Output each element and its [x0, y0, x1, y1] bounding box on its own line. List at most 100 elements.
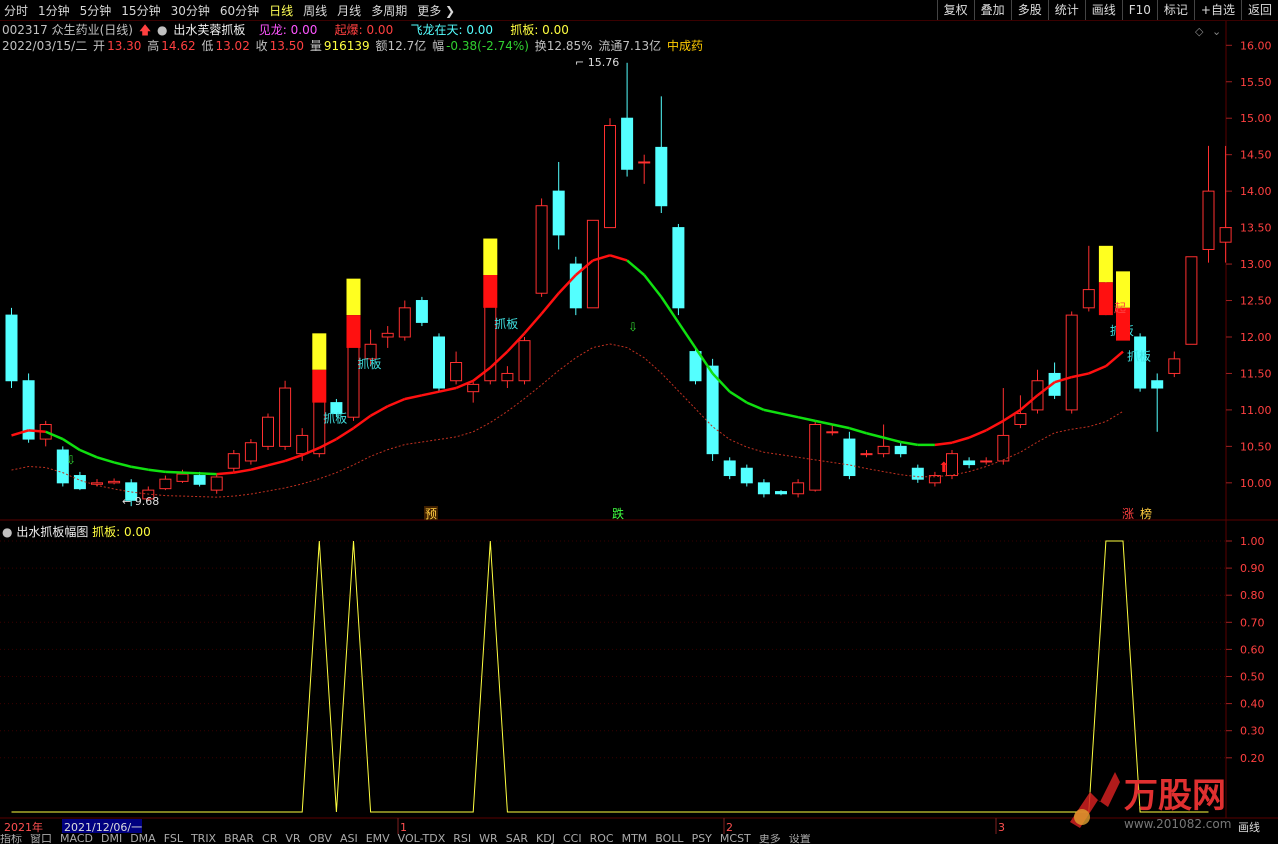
- candle: [792, 479, 805, 498]
- ma-segment: [165, 470, 183, 474]
- period-tab[interactable]: 分时: [4, 2, 28, 19]
- candle: [963, 457, 976, 469]
- indicator-tab[interactable]: OBV: [309, 834, 332, 844]
- price-tick-label: 12.50: [1240, 295, 1272, 308]
- indicator-tab[interactable]: MCST: [720, 834, 751, 844]
- indicator-tab[interactable]: MACD: [60, 834, 93, 844]
- toolbar-button[interactable]: 标记: [1156, 0, 1194, 20]
- period-tab[interactable]: 月线: [337, 2, 361, 19]
- indicator-tab[interactable]: KDJ: [536, 834, 555, 844]
- sub-indicator-header: ● 出水抓板幅图 抓板: 0.00: [2, 523, 151, 540]
- yu-tag: 预: [425, 507, 437, 521]
- ma-segment: [540, 292, 560, 315]
- period-tab[interactable]: 30分钟: [171, 2, 210, 19]
- candle: [757, 479, 770, 498]
- ma-segment: [900, 440, 919, 447]
- zhuaban-bar-red: [312, 369, 327, 403]
- settings-icon[interactable]: ●: [157, 23, 167, 37]
- indicator-tab[interactable]: WR: [479, 834, 498, 844]
- candle: [381, 326, 394, 348]
- indicator-tab[interactable]: ROC: [590, 834, 614, 844]
- ma-segment: [729, 390, 748, 404]
- ma-segment: [369, 405, 389, 417]
- period-tab[interactable]: 15分钟: [121, 2, 160, 19]
- period-tab[interactable]: 多周期: [371, 2, 407, 19]
- indicator-tab[interactable]: DMI: [101, 834, 122, 844]
- sub-indicator-title[interactable]: 出水抓板幅图: [16, 525, 88, 539]
- indicator-tab[interactable]: MTM: [622, 834, 648, 844]
- toolbar-button[interactable]: 返回: [1240, 0, 1278, 20]
- month-label: 1: [400, 821, 407, 834]
- ma-segment: [404, 394, 423, 401]
- indicator-tab[interactable]: BOLL: [655, 834, 683, 844]
- zhuaban-bar-yellow: [483, 238, 498, 275]
- toolbar-button[interactable]: 多股: [1010, 0, 1048, 20]
- period-tab[interactable]: 60分钟: [220, 2, 259, 19]
- period-tab[interactable]: 5分钟: [80, 2, 112, 19]
- candle: [433, 333, 445, 392]
- candle-body: [210, 476, 223, 491]
- indicator-tab[interactable]: VOL-TDX: [398, 834, 446, 844]
- candle: [877, 424, 890, 458]
- indicator-tab[interactable]: PSY: [692, 834, 712, 844]
- candle: [655, 96, 668, 214]
- kline-chart-canvas[interactable]: 16.00 15.50 15.00 14.50 14.00 13.50 13.00 12.50…: [0, 0, 1278, 842]
- ma-segment: [832, 423, 850, 430]
- candle: [244, 439, 257, 465]
- candle-body: [159, 478, 172, 490]
- candle-body: [792, 482, 805, 495]
- period-tab[interactable]: 周线: [303, 2, 327, 19]
- toolbar-button[interactable]: +自选: [1193, 0, 1241, 20]
- ma-segment: [250, 464, 269, 471]
- indicator-tab[interactable]: ASI: [340, 834, 358, 844]
- ma-segment: [438, 386, 457, 393]
- candle-body: [535, 205, 548, 294]
- indicator-tab[interactable]: VR: [285, 834, 300, 844]
- zhuaban-bar-yellow: [312, 333, 327, 370]
- ma-segment: [763, 408, 782, 415]
- indicator-tab[interactable]: SAR: [506, 834, 528, 844]
- diamond-icon: ◇: [1195, 25, 1204, 38]
- toolbar-button[interactable]: 统计: [1047, 0, 1085, 20]
- indicator-tab[interactable]: CCI: [563, 834, 582, 844]
- year-label: 2021年: [4, 820, 43, 834]
- toolbar-button[interactable]: 叠加: [973, 0, 1011, 20]
- price-tick-label: 16.00: [1240, 39, 1272, 52]
- price-tick-label: 10.00: [1240, 477, 1272, 490]
- toolbar-button[interactable]: 复权: [936, 0, 974, 20]
- indicator-tab[interactable]: CR: [262, 834, 277, 844]
- watermark-url: www.201082.com: [1124, 817, 1231, 831]
- candle-body: [1151, 380, 1164, 389]
- price-tick-label: 13.00: [1240, 258, 1272, 271]
- period-tab[interactable]: 1分钟: [38, 2, 70, 19]
- candle: [450, 351, 463, 385]
- candle-body: [467, 383, 480, 393]
- candle: [1202, 145, 1215, 263]
- indicator-tab[interactable]: 指标: [0, 834, 22, 844]
- indicator-tab[interactable]: DMA: [130, 834, 156, 844]
- feilong-value: 飞龙在天: 0.00: [410, 23, 494, 37]
- candle: [1065, 311, 1078, 414]
- indicator-name[interactable]: 出水芙蓉抓板: [173, 23, 245, 37]
- candle-body: [689, 351, 702, 382]
- indicator-tab[interactable]: TRIX: [191, 834, 216, 844]
- period-tab[interactable]: 日线: [269, 2, 293, 19]
- indicator-tab[interactable]: FSL: [164, 834, 183, 844]
- candle: [501, 366, 514, 389]
- price-tick-label: 14.50: [1240, 149, 1272, 162]
- toolbar-button[interactable]: 画线: [1084, 0, 1122, 20]
- settings-icon[interactable]: ●: [2, 525, 12, 539]
- indicator-tab[interactable]: 更多: [759, 834, 781, 844]
- period-tab[interactable]: 更多 ❯: [417, 2, 455, 19]
- price-tick-label: 14.00: [1240, 185, 1272, 198]
- candle: [638, 154, 651, 184]
- candle: [980, 457, 993, 465]
- toolbar-button[interactable]: F10: [1121, 0, 1157, 20]
- indicator-tab[interactable]: 设置: [789, 834, 811, 844]
- candle-body: [176, 473, 189, 482]
- indicator-tab[interactable]: 窗口: [30, 834, 52, 844]
- sector-label[interactable]: 中成药: [667, 39, 703, 53]
- indicator-tab[interactable]: BRAR: [224, 834, 254, 844]
- indicator-tab[interactable]: RSI: [453, 834, 471, 844]
- indicator-tab[interactable]: EMV: [366, 834, 390, 844]
